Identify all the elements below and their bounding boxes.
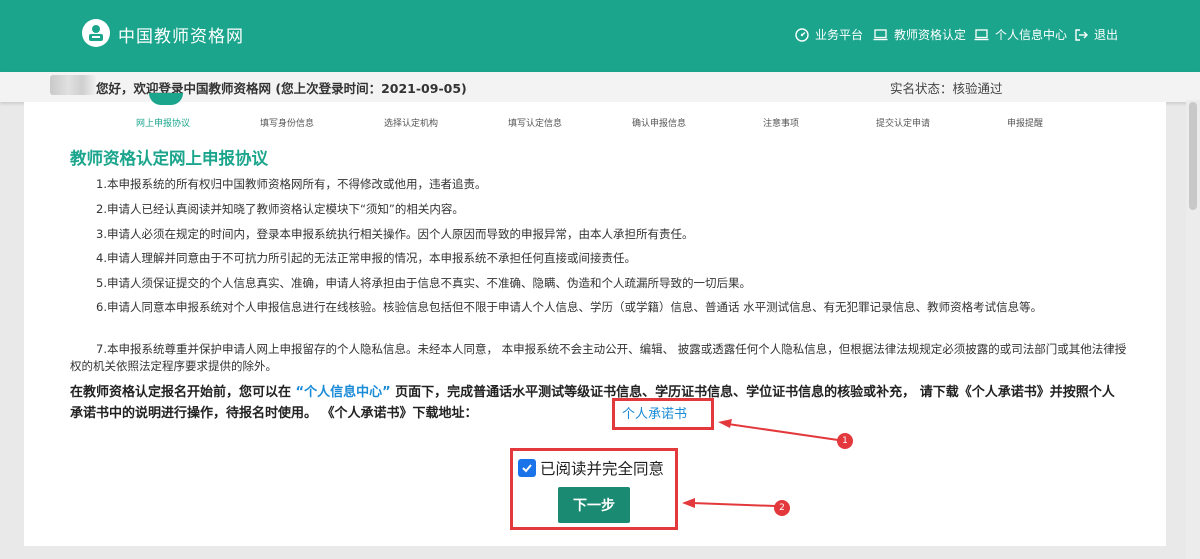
arrow-head-1 <box>718 419 732 428</box>
arrow-head-2 <box>682 498 695 508</box>
annotation-badge-1: 1 <box>837 433 853 449</box>
scrollbar[interactable] <box>1186 100 1200 559</box>
page-bottom <box>0 546 1186 559</box>
annotation-badge-2: 2 <box>774 500 790 516</box>
annotation-arrows <box>682 419 839 508</box>
annotation-arrow-1 <box>727 423 839 441</box>
scrollbar-thumb[interactable] <box>1189 102 1197 210</box>
annotation-arrow-2 <box>691 502 776 507</box>
